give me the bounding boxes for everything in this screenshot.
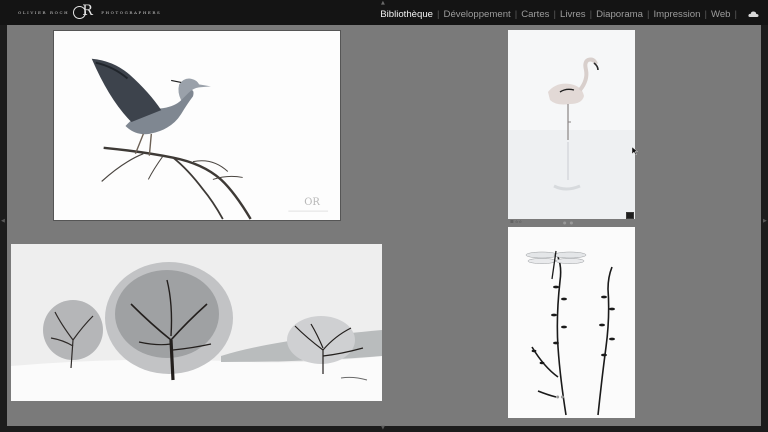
thumbnail-info-strip: ☰ ☆☆ ● ● [508,219,635,225]
mouse-cursor-icon [632,147,638,155]
photo-flamingo[interactable] [508,30,635,219]
thumbnail-dots: ● ● [556,394,565,399]
module-library[interactable]: Bibliothèque [380,9,433,20]
photo-grid: OR ☰ ☆☆ ● ● [7,25,761,426]
top-bar: ▲ OLIVIER ROCH R PHOTOGRAPHERS Bibliothè… [0,0,768,25]
watermark-signature: OR [304,197,320,208]
collapse-bottom-panel-arrow-icon[interactable]: ▼ [381,426,385,431]
logo-right-text: PHOTOGRAPHERS [101,9,162,15]
module-separator: | [589,9,593,20]
module-picker: Bibliothèque | Développement | Cartes | … [380,9,741,20]
module-web[interactable]: Web [711,9,731,20]
photo-dragonfly[interactable] [508,227,635,418]
module-separator: | [514,9,518,20]
module-develop[interactable]: Développement [444,9,511,20]
collapse-left-panel-arrow-icon[interactable]: ◀ [1,218,5,224]
logo-left-text: OLIVIER ROCH [18,9,70,15]
collapse-right-panel-arrow-icon[interactable]: ▶ [763,218,767,224]
module-slideshow[interactable]: Diaporama [596,9,643,20]
logo-monogram: R [72,3,98,20]
module-print[interactable]: Impression [654,9,701,20]
module-book[interactable]: Livres [560,9,586,20]
cloud-icon[interactable] [748,11,759,17]
thumbnail-meta: ☰ ☆☆ [510,219,523,224]
module-map[interactable]: Cartes [521,9,549,20]
module-separator: | [734,9,738,20]
module-separator: | [553,9,556,20]
photo-snow-trees[interactable] [11,244,382,401]
module-separator: | [647,9,650,20]
module-separator: | [704,9,707,20]
expand-icon[interactable] [626,212,634,219]
collapse-top-panel-arrow-icon[interactable]: ▲ [381,1,385,6]
thumbnail-dots: ● ● [563,220,575,225]
module-separator: | [437,9,440,20]
photo-heron[interactable]: OR [53,30,341,221]
identity-plate-logo: OLIVIER ROCH R PHOTOGRAPHERS [18,3,162,20]
